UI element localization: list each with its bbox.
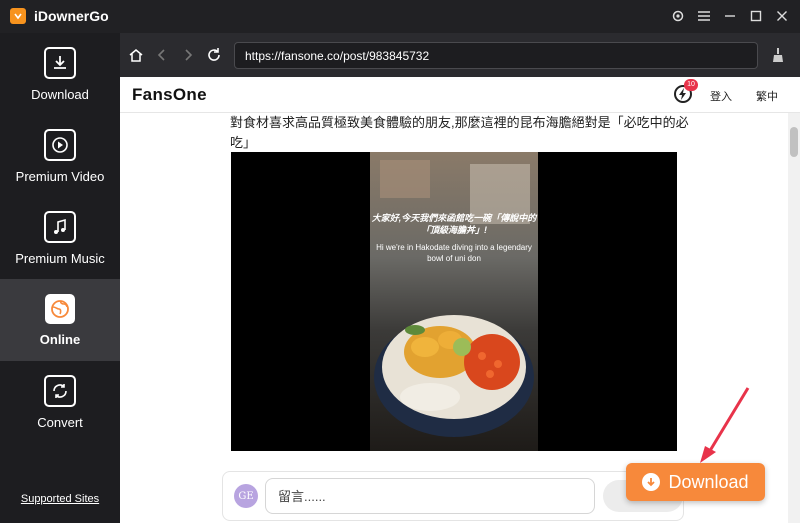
sidebar-item-label: Premium Music bbox=[15, 250, 105, 266]
maximize-icon[interactable] bbox=[746, 6, 766, 26]
address-bar[interactable]: https://fansone.co/post/983845732 bbox=[234, 42, 758, 69]
clear-broom-icon[interactable] bbox=[768, 45, 788, 65]
sidebar-item-online[interactable]: Online bbox=[0, 279, 120, 361]
scrollbar[interactable] bbox=[788, 113, 800, 523]
refresh-icon[interactable] bbox=[204, 45, 224, 65]
video-player[interactable]: 大家好,今天我們來函館吃一碗「傳說中的「頂級海膽丼」! Hi we're in … bbox=[231, 152, 677, 451]
food-image bbox=[370, 152, 538, 451]
avatar: GE bbox=[234, 484, 258, 508]
sidebar-item-label: Premium Video bbox=[15, 168, 105, 184]
site-logo[interactable]: FansOne bbox=[132, 85, 207, 105]
settings-icon[interactable] bbox=[668, 6, 688, 26]
notification-badge: 10 bbox=[684, 79, 698, 91]
download-icon bbox=[44, 46, 76, 79]
scrollbar-thumb[interactable] bbox=[790, 127, 798, 157]
convert-icon bbox=[44, 374, 76, 407]
home-icon[interactable] bbox=[126, 45, 146, 65]
sidebar-item-label: Online bbox=[39, 331, 81, 347]
web-view: FansOne 10 登入 繁中 對食材喜求高品質極致美食體驗的朋友,那麼這裡的… bbox=[120, 77, 800, 523]
sidebar-item-download[interactable]: Download bbox=[0, 33, 120, 115]
app-logo-icon bbox=[10, 8, 26, 24]
minimize-icon[interactable] bbox=[720, 6, 740, 26]
post-text: 對食材喜求高品質極致美食體驗的朋友,那麼這裡的昆布海膽絕對是「必吃中的必吃」 bbox=[230, 115, 689, 150]
supported-sites-link[interactable]: Supported Sites bbox=[0, 493, 120, 505]
sidebar-item-label: Convert bbox=[37, 414, 83, 430]
login-link[interactable]: 登入 bbox=[710, 88, 732, 104]
browser-toolbar: https://fansone.co/post/983845732 bbox=[120, 33, 800, 77]
music-icon bbox=[44, 210, 76, 243]
language-switch[interactable]: 繁中 bbox=[756, 88, 778, 104]
download-button[interactable]: Download bbox=[626, 463, 765, 501]
sidebar-item-label: Download bbox=[31, 86, 89, 102]
video-frame: 大家好,今天我們來函館吃一碗「傳說中的「頂級海膽丼」! Hi we're in … bbox=[370, 152, 538, 451]
sidebar-item-premium-video[interactable]: Premium Video bbox=[0, 115, 120, 197]
close-icon[interactable] bbox=[772, 6, 792, 26]
comment-box: GE bbox=[222, 471, 684, 521]
video-subtitle-en: Hi we're in Hakodate diving into a legen… bbox=[376, 243, 532, 263]
back-icon[interactable] bbox=[152, 45, 172, 65]
forward-icon[interactable] bbox=[178, 45, 198, 65]
download-button-label: Download bbox=[668, 471, 749, 492]
play-icon bbox=[44, 128, 76, 161]
download-arrow-icon bbox=[642, 473, 661, 491]
comment-input[interactable] bbox=[265, 478, 595, 514]
sidebar: Download Premium Video Premium Music Onl… bbox=[0, 33, 120, 523]
app-title: iDownerGo bbox=[34, 8, 109, 24]
site-header: FansOne 10 登入 繁中 bbox=[120, 77, 800, 113]
sidebar-item-premium-music[interactable]: Premium Music bbox=[0, 197, 120, 279]
menu-icon[interactable] bbox=[694, 6, 714, 26]
title-bar: iDownerGo bbox=[0, 0, 800, 33]
sidebar-item-convert[interactable]: Convert bbox=[0, 361, 120, 443]
video-subtitle-cn: 大家好,今天我們來函館吃一碗「傳說中的「頂級海膽丼」! bbox=[371, 213, 537, 235]
globe-icon bbox=[45, 293, 75, 324]
